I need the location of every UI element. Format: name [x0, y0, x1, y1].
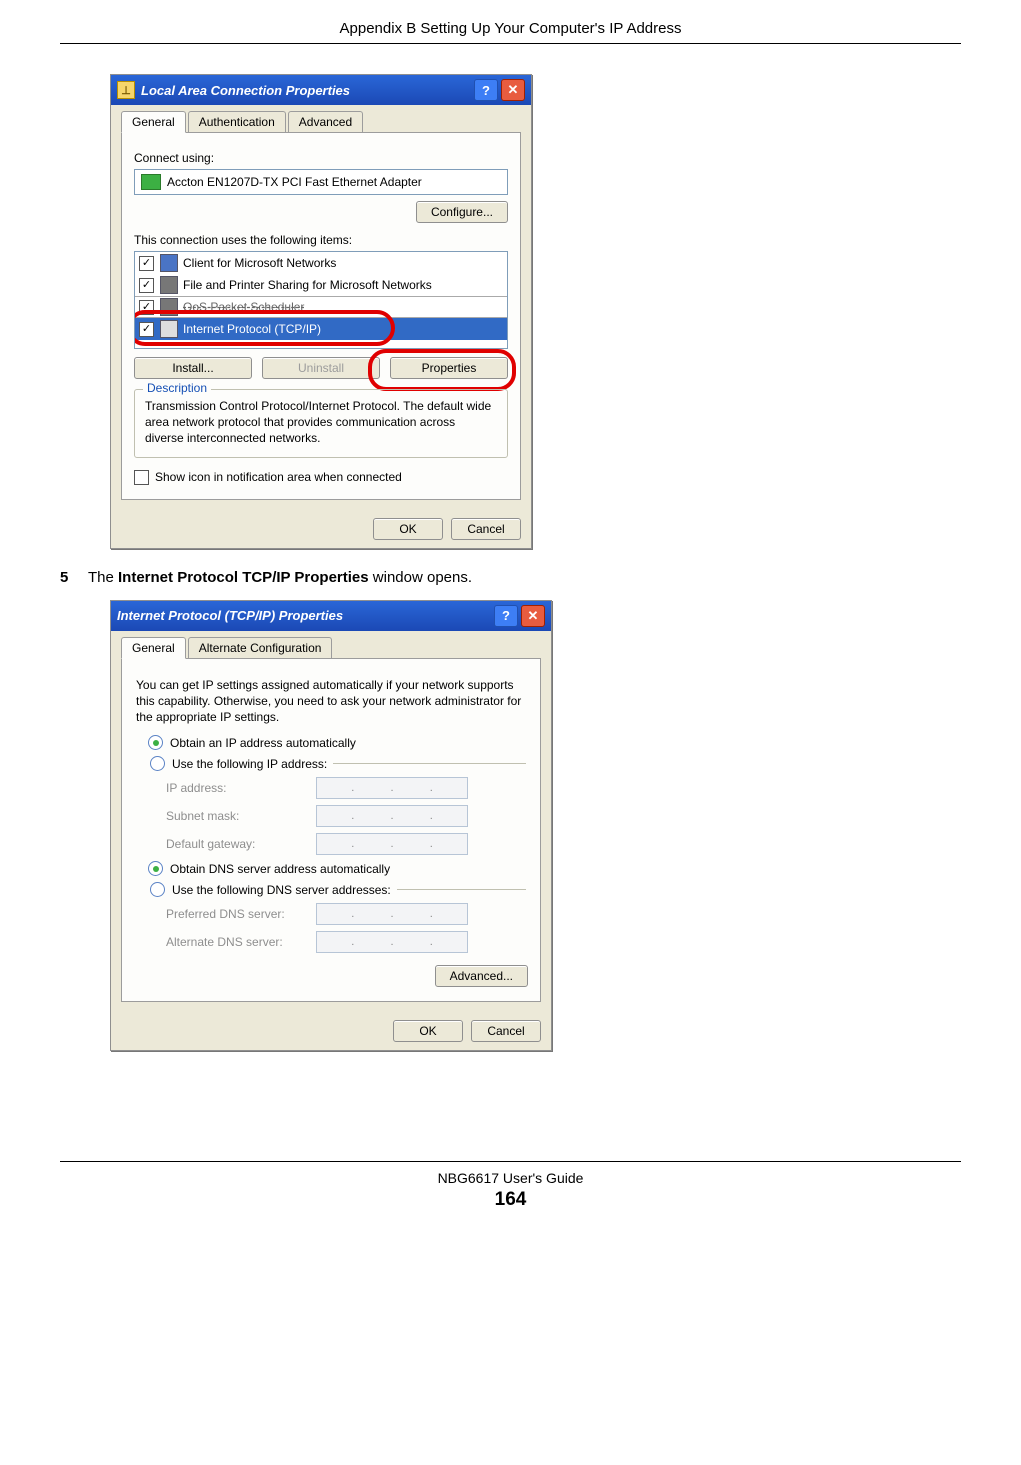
- uninstall-button: Uninstall: [262, 357, 380, 379]
- help-button[interactable]: ?: [494, 605, 518, 627]
- page-header: Appendix B Setting Up Your Computer's IP…: [60, 20, 961, 44]
- radio-label: Use the following DNS server addresses:: [172, 883, 391, 897]
- checkbox-icon[interactable]: [134, 470, 149, 485]
- ip-label: IP address:: [166, 781, 316, 795]
- lan-properties-window: ⊥ Local Area Connection Properties ? ✕ G…: [110, 74, 532, 549]
- dns-grid: Preferred DNS server:... Alternate DNS s…: [166, 903, 526, 953]
- intro-text: You can get IP settings assigned automat…: [136, 677, 526, 726]
- ok-button[interactable]: OK: [393, 1020, 463, 1042]
- help-button[interactable]: ?: [474, 79, 498, 101]
- guide-name: NBG6617 User's Guide: [60, 1170, 961, 1186]
- radio-dns-manual[interactable]: Use the following DNS server addresses:: [150, 882, 526, 897]
- step-text: The Internet Protocol TCP/IP Properties …: [88, 569, 472, 586]
- checkbox-icon[interactable]: [139, 278, 154, 293]
- install-button[interactable]: Install...: [134, 357, 252, 379]
- list-item[interactable]: File and Printer Sharing for Microsoft N…: [135, 274, 507, 296]
- tab-general[interactable]: General: [121, 111, 186, 133]
- advanced-button[interactable]: Advanced...: [435, 965, 528, 987]
- checkbox-icon[interactable]: [139, 300, 154, 315]
- tab-general[interactable]: General: [121, 637, 186, 659]
- show-icon-label: Show icon in notification area when conn…: [155, 470, 402, 484]
- subnet-input: ...: [316, 805, 468, 827]
- step-text-post: window opens.: [369, 569, 472, 586]
- description-group: Description Transmission Control Protoco…: [134, 389, 508, 458]
- radio-dns-auto[interactable]: Obtain DNS server address automatically: [148, 861, 528, 876]
- close-button[interactable]: ✕: [521, 605, 545, 627]
- adapter-name: Accton EN1207D-TX PCI Fast Ethernet Adap…: [167, 175, 422, 189]
- subnet-label: Subnet mask:: [166, 809, 316, 823]
- tab-advanced[interactable]: Advanced: [288, 111, 363, 133]
- step-line: 5 The Internet Protocol TCP/IP Propertie…: [60, 569, 961, 586]
- page-footer: NBG6617 User's Guide 164: [60, 1161, 961, 1211]
- description-text: Transmission Control Protocol/Internet P…: [145, 398, 497, 447]
- list-item[interactable]: QoS Packet Scheduler: [135, 296, 507, 318]
- cancel-button[interactable]: Cancel: [451, 518, 521, 540]
- checkbox-icon[interactable]: [139, 322, 154, 337]
- tab-authentication[interactable]: Authentication: [188, 111, 286, 133]
- list-item-label: Client for Microsoft Networks: [183, 256, 336, 270]
- list-item-label: QoS Packet Scheduler: [183, 300, 304, 314]
- step-text-bold: Internet Protocol TCP/IP Properties: [118, 569, 369, 586]
- ok-button[interactable]: OK: [373, 518, 443, 540]
- tabstrip: General Alternate Configuration: [121, 637, 541, 659]
- radio-ip-auto[interactable]: Obtain an IP address automatically: [148, 735, 528, 750]
- alt-dns-label: Alternate DNS server:: [166, 935, 316, 949]
- step-text-pre: The: [88, 569, 118, 586]
- page-number: 164: [60, 1189, 961, 1211]
- titlebar: Internet Protocol (TCP/IP) Properties ? …: [111, 601, 551, 631]
- items-label: This connection uses the following items…: [134, 233, 508, 247]
- description-legend: Description: [143, 381, 211, 395]
- list-item-label: Internet Protocol (TCP/IP): [183, 322, 321, 336]
- window-title: Internet Protocol (TCP/IP) Properties: [117, 608, 343, 623]
- window-icon: ⊥: [117, 81, 135, 99]
- titlebar: ⊥ Local Area Connection Properties ? ✕: [111, 75, 531, 105]
- qos-icon: [160, 298, 178, 316]
- ip-grid: IP address:... Subnet mask:... Default g…: [166, 777, 526, 855]
- dialog-footer: OK Cancel: [111, 510, 531, 548]
- list-item-label: File and Printer Sharing for Microsoft N…: [183, 278, 432, 292]
- checkbox-icon[interactable]: [139, 256, 154, 271]
- radio-label: Obtain DNS server address automatically: [170, 862, 390, 876]
- adapter-field[interactable]: Accton EN1207D-TX PCI Fast Ethernet Adap…: [134, 169, 508, 195]
- tab-alt-config[interactable]: Alternate Configuration: [188, 637, 333, 659]
- radio-icon[interactable]: [148, 735, 163, 750]
- tabstrip: General Authentication Advanced: [121, 111, 521, 133]
- tab-panel: You can get IP settings assigned automat…: [121, 658, 541, 1003]
- configure-button[interactable]: Configure...: [416, 201, 508, 223]
- share-icon: [160, 276, 178, 294]
- dialog-footer: OK Cancel: [111, 1012, 551, 1050]
- tcpip-properties-window: Internet Protocol (TCP/IP) Properties ? …: [110, 600, 552, 1052]
- radio-icon[interactable]: [150, 882, 165, 897]
- list-item[interactable]: Client for Microsoft Networks: [135, 252, 507, 274]
- properties-button[interactable]: Properties: [390, 357, 508, 379]
- radio-icon[interactable]: [150, 756, 165, 771]
- gateway-input: ...: [316, 833, 468, 855]
- step-number: 5: [60, 569, 88, 586]
- radio-icon[interactable]: [148, 861, 163, 876]
- radio-ip-manual[interactable]: Use the following IP address:: [150, 756, 526, 771]
- pref-dns-input: ...: [316, 903, 468, 925]
- show-icon-row[interactable]: Show icon in notification area when conn…: [134, 470, 508, 485]
- nic-icon: [141, 174, 161, 190]
- list-item-selected[interactable]: Internet Protocol (TCP/IP): [135, 318, 507, 340]
- window-title: Local Area Connection Properties: [141, 83, 350, 98]
- items-list[interactable]: Client for Microsoft Networks File and P…: [134, 251, 508, 349]
- tab-panel: Connect using: Accton EN1207D-TX PCI Fas…: [121, 132, 521, 500]
- alt-dns-input: ...: [316, 931, 468, 953]
- radio-label: Obtain an IP address automatically: [170, 736, 356, 750]
- ip-input: ...: [316, 777, 468, 799]
- radio-label: Use the following IP address:: [172, 757, 327, 771]
- tcpip-icon: [160, 320, 178, 338]
- gateway-label: Default gateway:: [166, 837, 316, 851]
- connect-using-label: Connect using:: [134, 151, 508, 165]
- pref-dns-label: Preferred DNS server:: [166, 907, 316, 921]
- cancel-button[interactable]: Cancel: [471, 1020, 541, 1042]
- close-button[interactable]: ✕: [501, 79, 525, 101]
- client-icon: [160, 254, 178, 272]
